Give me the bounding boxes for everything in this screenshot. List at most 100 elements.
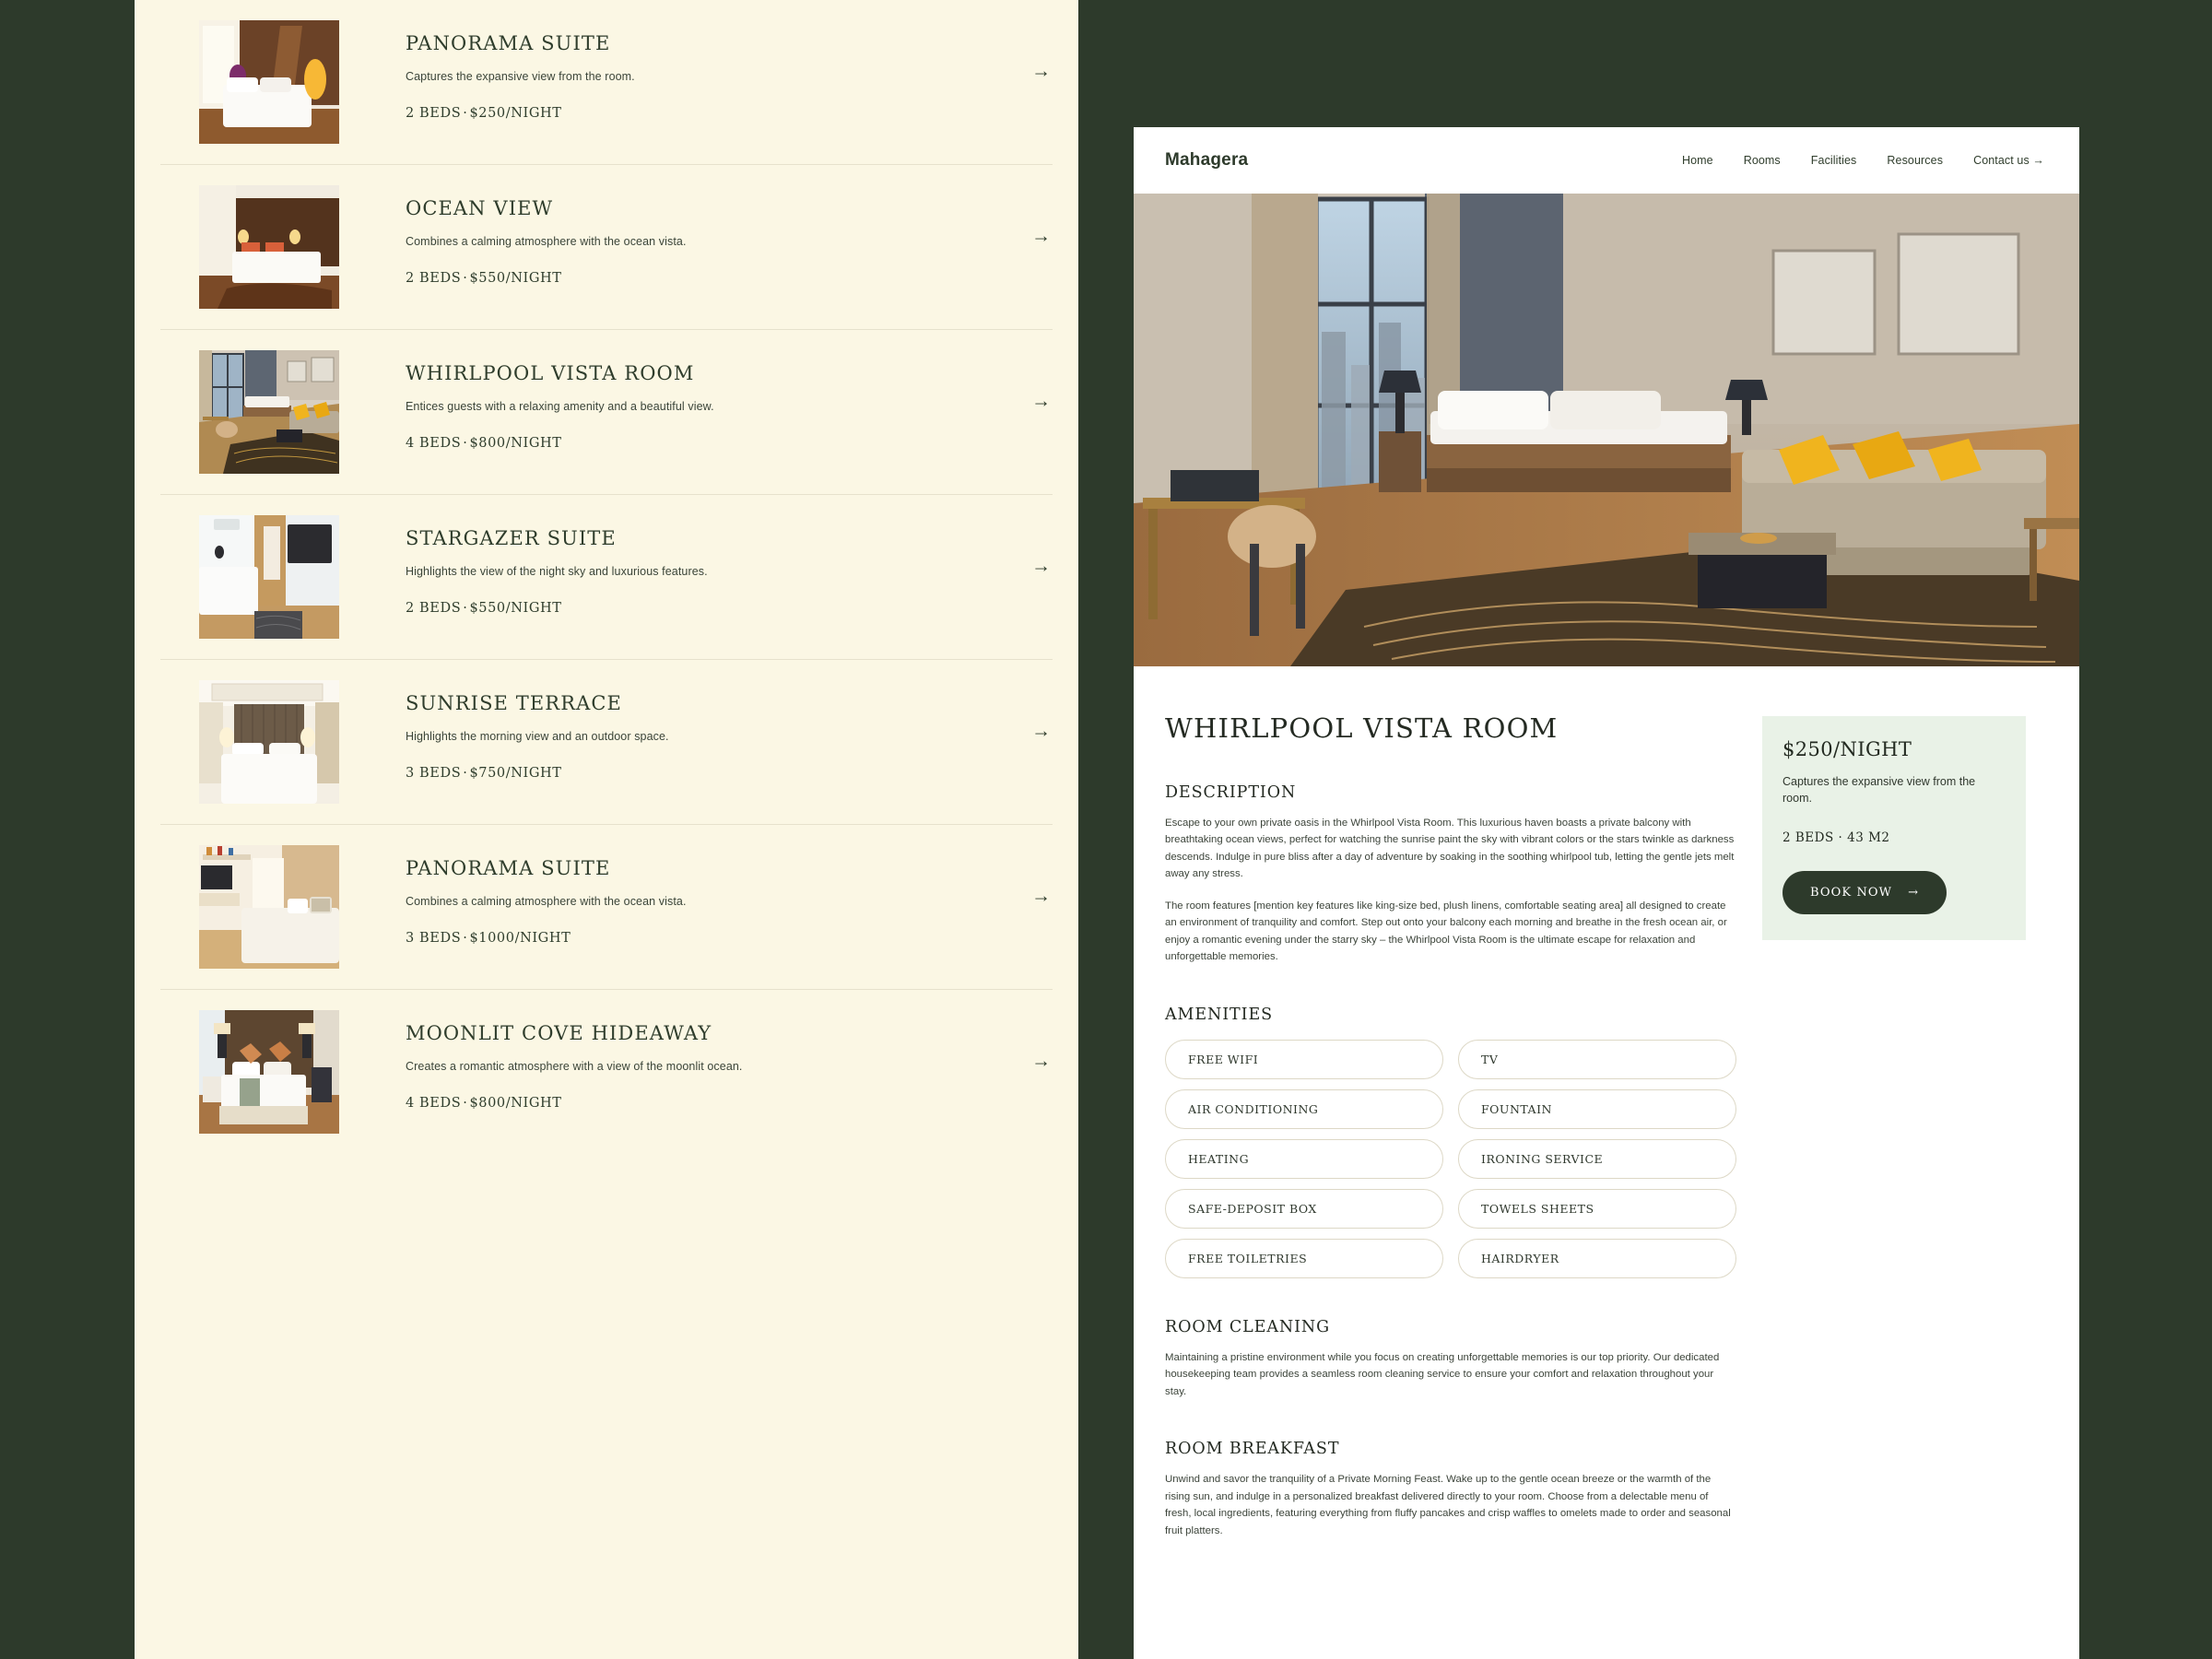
nav-link-home[interactable]: Home <box>1682 154 1713 167</box>
room-list-item-price: $800/NIGHT <box>469 1096 562 1112</box>
room-list-item-meta: 3 BEDS · $750/NIGHT <box>406 766 1053 781</box>
room-list-item[interactable]: PANORAMA SUITE Captures the expansive vie… <box>160 0 1053 165</box>
amenity-pill: FREE WIFI <box>1165 1039 1443 1079</box>
room-list-item[interactable]: PANORAMA SUITE Combines a calming atmosph… <box>160 825 1053 990</box>
arrow-right-icon[interactable]: → <box>1031 556 1053 575</box>
amenity-pill: HEATING <box>1165 1138 1443 1179</box>
room-list-item[interactable]: SUNRISE TERRACE Highlights the morning vi… <box>160 660 1053 825</box>
book-now-label: BOOK NOW <box>1810 886 1893 900</box>
room-cleaning-text: Maintaining a pristine environment while… <box>1165 1351 1720 1397</box>
room-list-item-price: $550/NIGHT <box>469 601 562 617</box>
room-list-item-body: MOONLIT COVE HIDEAWAY Creates a romantic … <box>339 1010 1053 1111</box>
site-header: Mahagera Home Rooms Facilities Resources Con… <box>1134 127 2079 194</box>
amenity-pill: TV <box>1458 1039 1736 1079</box>
room-list-item-price: $250/NIGHT <box>469 106 562 122</box>
room-list-item-body: SUNRISE TERRACE Highlights the morning vi… <box>339 680 1053 781</box>
room-list-item-beds: 4 BEDS <box>406 1096 462 1112</box>
room-list-item[interactable]: OCEAN VIEW Combines a calming atmosphere … <box>160 165 1053 330</box>
brand-logo[interactable]: Mahagera <box>1165 150 1248 171</box>
room-list-item-meta: 4 BEDS · $800/NIGHT <box>406 1096 1053 1111</box>
room-breakfast-text: Unwind and savor the tranquility of a Pr… <box>1165 1474 1731 1536</box>
room-list-item-price: $1000/NIGHT <box>469 931 571 947</box>
room-list-item-beds: 2 BEDS <box>406 271 462 287</box>
room-list-item-title: WHIRLPOOL VISTA ROOM <box>406 362 695 384</box>
arrow-right-icon[interactable]: → <box>1031 226 1053 245</box>
arrow-right-icon[interactable]: → <box>1031 61 1053 80</box>
room-list-item-title: PANORAMA SUITE <box>406 32 611 54</box>
arrow-right-icon[interactable]: → <box>1031 1051 1053 1070</box>
arrow-right-icon[interactable]: → <box>1031 886 1053 905</box>
booking-card: $250/NIGHT Captures the expansive view f… <box>1762 716 2026 940</box>
description-paragraph-2: The room features [mention key features … <box>1165 900 1727 963</box>
room-list-item[interactable]: STARGAZER SUITE Highlights the view of th… <box>160 495 1053 660</box>
room-list-item-price: $750/NIGHT <box>469 766 562 782</box>
arrow-right-icon[interactable]: → <box>1031 391 1053 410</box>
amenities-heading: AMENITIES <box>1165 1005 1274 1024</box>
room-detail-panel: Mahagera Home Rooms Facilities Resources Con… <box>1134 127 2079 1659</box>
amenity-pill: FOUNTAIN <box>1458 1088 1736 1129</box>
room-list-item-meta: 2 BEDS · $550/NIGHT <box>406 601 1053 616</box>
booking-beds: 2 BEDS <box>1783 830 1834 845</box>
room-list-item-meta: 3 BEDS · $1000/NIGHT <box>406 931 1053 946</box>
room-list-item-body: OCEAN VIEW Combines a calming atmosphere … <box>339 185 1053 286</box>
amenity-pill: FREE TOILETRIES <box>1165 1238 1443 1278</box>
amenity-pill: TOWELS SHEETS <box>1458 1188 1736 1229</box>
room-list-item-body: STARGAZER SUITE Highlights the view of th… <box>339 515 1053 616</box>
nav-link-resources[interactable]: Resources <box>1887 154 1943 167</box>
room-list-item-description: Combines a calming atmosphere with the o… <box>406 895 687 909</box>
room-list-item-title: STARGAZER SUITE <box>406 527 617 549</box>
room-list-item-beds: 3 BEDS <box>406 931 462 947</box>
amenity-pill: SAFE-DEPOSIT BOX <box>1165 1188 1443 1229</box>
book-now-button[interactable]: BOOK NOW → <box>1783 871 1947 914</box>
room-list-item-title: MOONLIT COVE HIDEAWAY <box>406 1022 712 1044</box>
amenity-pill: IRONING SERVICE <box>1458 1138 1736 1179</box>
booking-meta-separator: · <box>1838 830 1843 845</box>
room-thumb-moonlit-cove-hideaway <box>199 1010 339 1134</box>
hero-room-image <box>1134 194 2079 666</box>
room-list-item-price: $800/NIGHT <box>469 436 562 452</box>
room-list-item-title: PANORAMA SUITE <box>406 857 611 879</box>
nav-link-facilities[interactable]: Facilities <box>1811 154 1857 167</box>
nav-link-rooms[interactable]: Rooms <box>1744 154 1781 167</box>
description-paragraph-1: Escape to your own private oasis in the … <box>1165 818 1735 880</box>
room-cleaning-heading: ROOM CLEANING <box>1165 1317 1330 1336</box>
hero-room-illustration <box>1134 194 2079 666</box>
nav-link-contact-us[interactable]: Contact us → <box>1973 154 2044 167</box>
room-list-item-description: Highlights the morning view and an outdo… <box>406 730 669 744</box>
room-list-item[interactable]: WHIRLPOOL VISTA ROOM Entices guests with … <box>160 330 1053 495</box>
booking-size: 43 M2 <box>1847 830 1890 845</box>
room-list-item-meta: 2 BEDS · $250/NIGHT <box>406 106 1053 121</box>
room-thumb-panorama-suite-1 <box>199 20 339 144</box>
amenities-grid: FREE WIFI TV AIR CONDITIONING FOUNTAIN HEATI… <box>1165 1039 1736 1278</box>
arrow-right-icon: → <box>1908 886 1920 900</box>
room-thumb-ocean-view <box>199 185 339 309</box>
room-list-item-beds: 4 BEDS <box>406 436 462 452</box>
room-list-item-body: WHIRLPOOL VISTA ROOM Entices guests with … <box>339 350 1053 451</box>
rooms-list-panel[interactable]: PANORAMA SUITE Captures the expansive vie… <box>135 0 1078 1659</box>
room-list-item-beds: 3 BEDS <box>406 766 462 782</box>
main-navigation: Home Rooms Facilities Resources Contact us → <box>1682 154 2044 167</box>
room-list-item-body: PANORAMA SUITE Combines a calming atmosph… <box>339 845 1053 946</box>
room-list-item-title: SUNRISE TERRACE <box>406 692 622 714</box>
room-list-item-price: $550/NIGHT <box>469 271 562 287</box>
room-thumb-sunrise-terrace <box>199 680 339 804</box>
room-list-item-title: OCEAN VIEW <box>406 197 554 219</box>
room-list-item-description: Captures the expansive view from the roo… <box>406 70 635 84</box>
amenity-pill: AIR CONDITIONING <box>1165 1088 1443 1129</box>
room-list-item-description: Combines a calming atmosphere with the o… <box>406 235 687 249</box>
room-thumb-panorama-suite-2 <box>199 845 339 969</box>
room-thumb-whirlpool-vista-room <box>199 350 339 474</box>
description-heading: DESCRIPTION <box>1165 783 1297 802</box>
arrow-right-icon[interactable]: → <box>1031 721 1053 740</box>
amenity-pill: HAIRDRYER <box>1458 1238 1736 1278</box>
room-list-item-description: Highlights the view of the night sky and… <box>406 565 708 579</box>
detail-main-column: WHIRLPOOL VISTA ROOM DESCRIPTION Escape … <box>1165 712 1736 1539</box>
booking-meta: 2 BEDS · 43 M2 <box>1783 830 2006 845</box>
room-thumb-stargazer-suite <box>199 515 339 639</box>
room-list-item-meta: 4 BEDS · $800/NIGHT <box>406 436 1053 451</box>
detail-content: WHIRLPOOL VISTA ROOM DESCRIPTION Escape … <box>1134 666 2079 1539</box>
booking-description: Captures the expansive view from the roo… <box>1783 775 1976 805</box>
room-breakfast-heading: ROOM BREAKFAST <box>1165 1440 1340 1459</box>
room-list-item[interactable]: MOONLIT COVE HIDEAWAY Creates a romantic … <box>160 990 1053 1154</box>
room-list-item-description: Creates a romantic atmosphere with a vie… <box>406 1060 743 1074</box>
